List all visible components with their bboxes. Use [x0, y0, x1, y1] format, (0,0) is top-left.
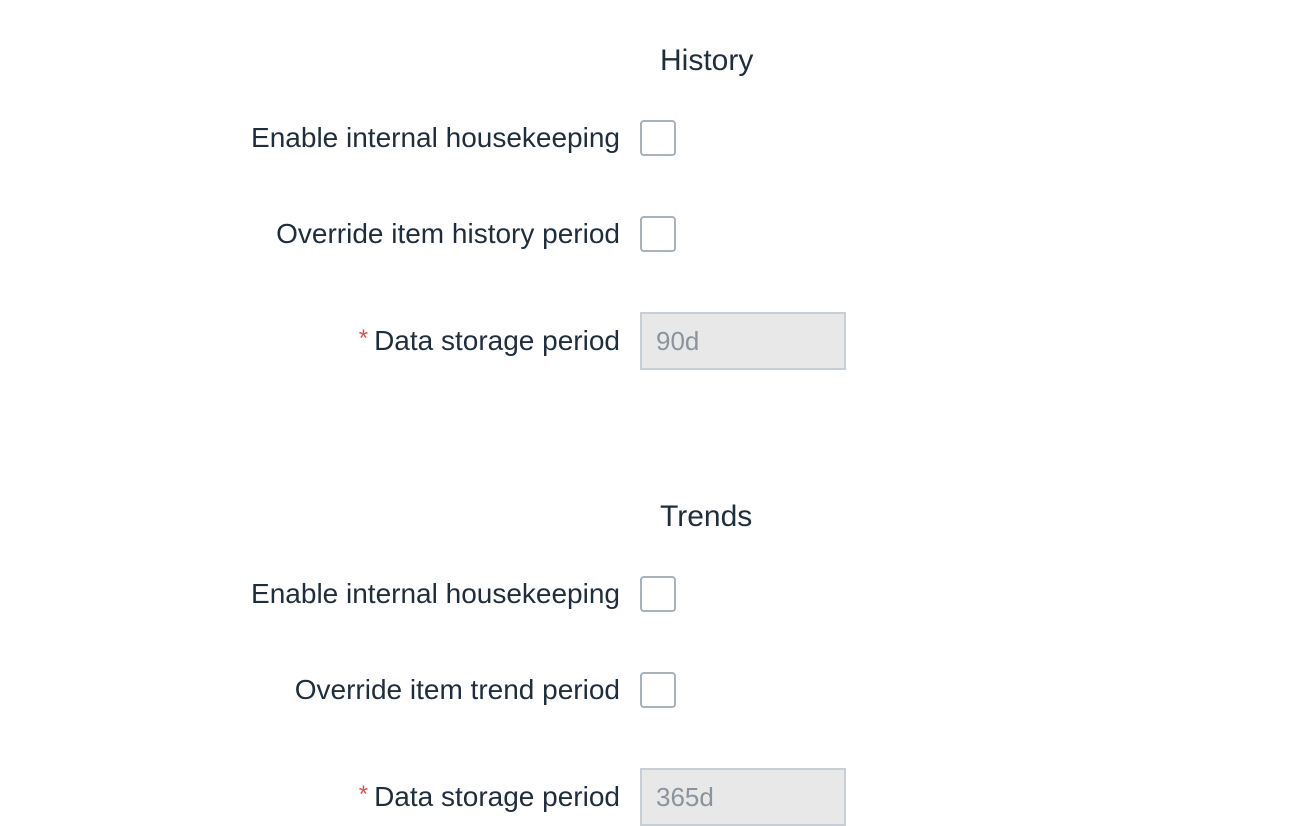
required-asterisk-icon: *: [359, 781, 368, 808]
history-enable-housekeeping-label: Enable internal housekeeping: [0, 122, 640, 154]
required-asterisk-icon: *: [359, 325, 368, 352]
trends-storage-period-input[interactable]: [640, 768, 846, 826]
history-section-title: History: [660, 44, 1293, 78]
trends-section-title: Trends: [660, 500, 1293, 534]
history-enable-housekeeping-checkbox[interactable]: [640, 120, 676, 156]
trends-enable-housekeeping-label: Enable internal housekeeping: [0, 578, 640, 610]
trends-override-period-label: Override item trend period: [0, 674, 640, 706]
history-override-period-checkbox[interactable]: [640, 216, 676, 252]
history-storage-period-input[interactable]: [640, 312, 846, 370]
trends-storage-period-label: *Data storage period: [0, 781, 640, 813]
trends-enable-housekeeping-checkbox[interactable]: [640, 576, 676, 612]
trends-override-period-checkbox[interactable]: [640, 672, 676, 708]
history-storage-period-label: *Data storage period: [0, 325, 640, 357]
history-override-period-label: Override item history period: [0, 218, 640, 250]
